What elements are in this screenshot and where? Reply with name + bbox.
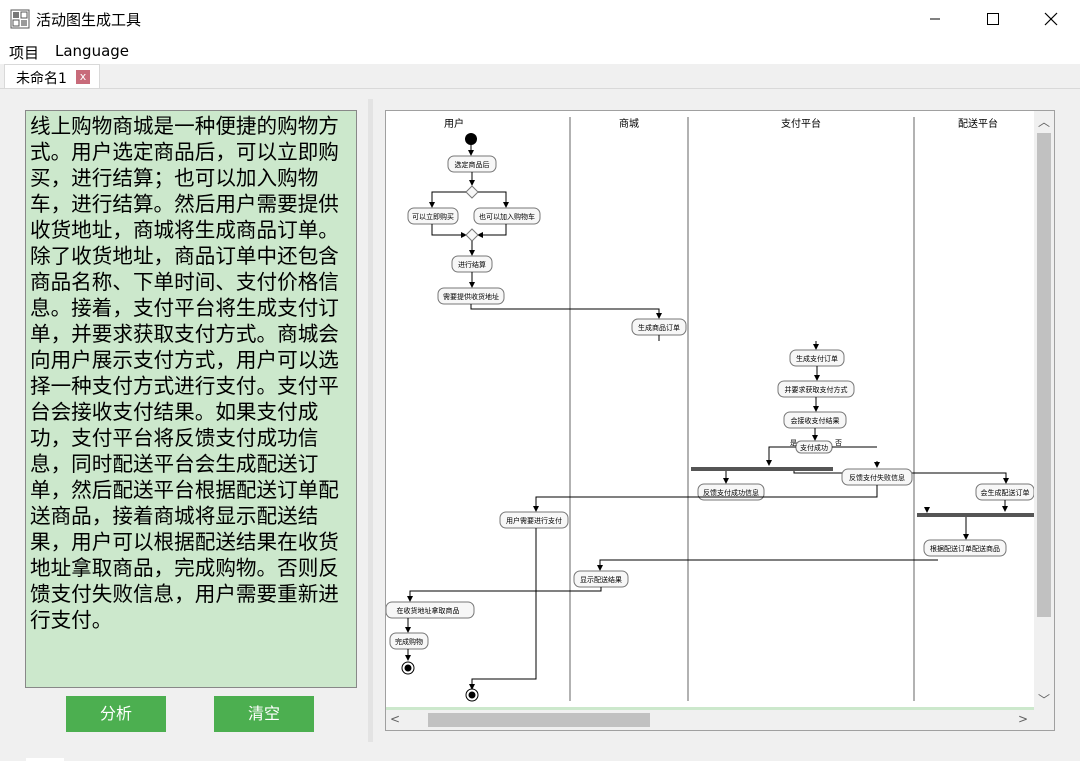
- scroll-left-icon[interactable]: <: [390, 712, 400, 726]
- maximize-button[interactable]: [964, 0, 1022, 38]
- close-icon: [1044, 12, 1058, 26]
- analyze-button[interactable]: 分析: [66, 696, 166, 732]
- label-deliver: 根据配送订单配送商品: [930, 544, 1000, 553]
- minimize-icon: [930, 18, 940, 20]
- label-gen-order: 生成商品订单: [638, 323, 680, 332]
- start-node: [465, 133, 477, 145]
- label-feedback-fail: 反馈支付失败信息: [849, 473, 905, 482]
- tab-untitled-1[interactable]: 未命名1 x: [4, 64, 100, 88]
- label-gen-pay-order: 生成支付订单: [796, 354, 838, 363]
- diagram-canvas[interactable]: 用户 商城 支付平台 配送平台 选定商品后 可以立即购买 也可以加入购物车 进行…: [385, 110, 1055, 731]
- label-user-pay: 用户需要进行支付: [506, 516, 562, 525]
- label-pickup: 在收货地址拿取商品: [397, 606, 460, 615]
- menu-language[interactable]: Language: [55, 42, 129, 60]
- description-text-area[interactable]: 线上购物商城是一种便捷的购物方式。用户选定商品后，可以立即购买，进行结算；也可以…: [25, 110, 357, 688]
- decision-1: [465, 185, 479, 199]
- tab-bar: 未命名1 x: [0, 64, 1080, 89]
- label-done: 完成购物: [395, 637, 423, 646]
- maximize-icon: [987, 13, 999, 25]
- join-bar: [917, 513, 1034, 517]
- label-add-cart: 也可以加入购物车: [479, 212, 535, 221]
- clear-button[interactable]: 清空: [214, 696, 314, 732]
- scroll-up-icon[interactable]: ︿: [1038, 113, 1050, 130]
- guard-no: 否: [835, 439, 842, 447]
- label-buy-now: 可以立即购买: [412, 212, 454, 221]
- guard-yes: 是: [790, 439, 797, 447]
- lane-mall: 商城: [619, 117, 639, 130]
- label-request-pay-method: 并要求获取支付方式: [785, 385, 848, 394]
- menu-bar: 项目 Language: [0, 38, 1080, 64]
- label-select-goods: 选定商品后: [455, 160, 490, 169]
- label-receive-result: 会接收支付结果: [791, 416, 840, 425]
- label-feedback-success: 反馈支付成功信息: [703, 488, 759, 497]
- window-title: 活动图生成工具: [36, 11, 142, 29]
- label-gen-delivery: 会生成配送订单: [981, 488, 1030, 497]
- label-pay-success: 支付成功: [800, 443, 828, 452]
- label-show-result: 显示配送结果: [580, 575, 622, 584]
- app-icon: [10, 9, 30, 29]
- vertical-scroll-thumb[interactable]: [1037, 133, 1051, 617]
- title-bar: 活动图生成工具: [0, 0, 1080, 38]
- scroll-down-icon[interactable]: ﹀: [1038, 691, 1050, 708]
- close-button[interactable]: [1022, 0, 1080, 38]
- lane-delivery: 配送平台: [958, 117, 998, 130]
- lane-user: 用户: [444, 117, 464, 130]
- description-text: 线上购物商城是一种便捷的购物方式。用户选定商品后，可以立即购买，进行结算；也可以…: [30, 114, 339, 632]
- tab-close-icon[interactable]: x: [76, 70, 90, 84]
- merge-1: [465, 228, 479, 242]
- scroll-right-icon[interactable]: >: [1018, 712, 1028, 726]
- activity-diagram: 用户 商城 支付平台 配送平台 选定商品后 可以立即购买 也可以加入购物车 进行…: [386, 117, 1034, 702]
- minimize-button[interactable]: [906, 0, 964, 38]
- vertical-scrollbar[interactable]: ︿ ﹀: [1034, 111, 1054, 711]
- horizontal-scrollbar[interactable]: < >: [386, 710, 1034, 730]
- fork-bar: [691, 467, 833, 471]
- scroll-corner: [1034, 710, 1054, 730]
- label-checkout: 进行结算: [458, 260, 486, 269]
- main-content: 线上购物商城是一种便捷的购物方式。用户选定商品后，可以立即购买，进行结算；也可以…: [0, 89, 1080, 761]
- horizontal-scroll-thumb[interactable]: [428, 713, 650, 727]
- lane-pay: 支付平台: [781, 117, 821, 130]
- splitter[interactable]: [368, 99, 373, 742]
- label-provide-address: 需要提供收货地址: [443, 292, 499, 301]
- menu-project[interactable]: 项目: [9, 42, 39, 63]
- tab-label: 未命名1: [16, 71, 67, 87]
